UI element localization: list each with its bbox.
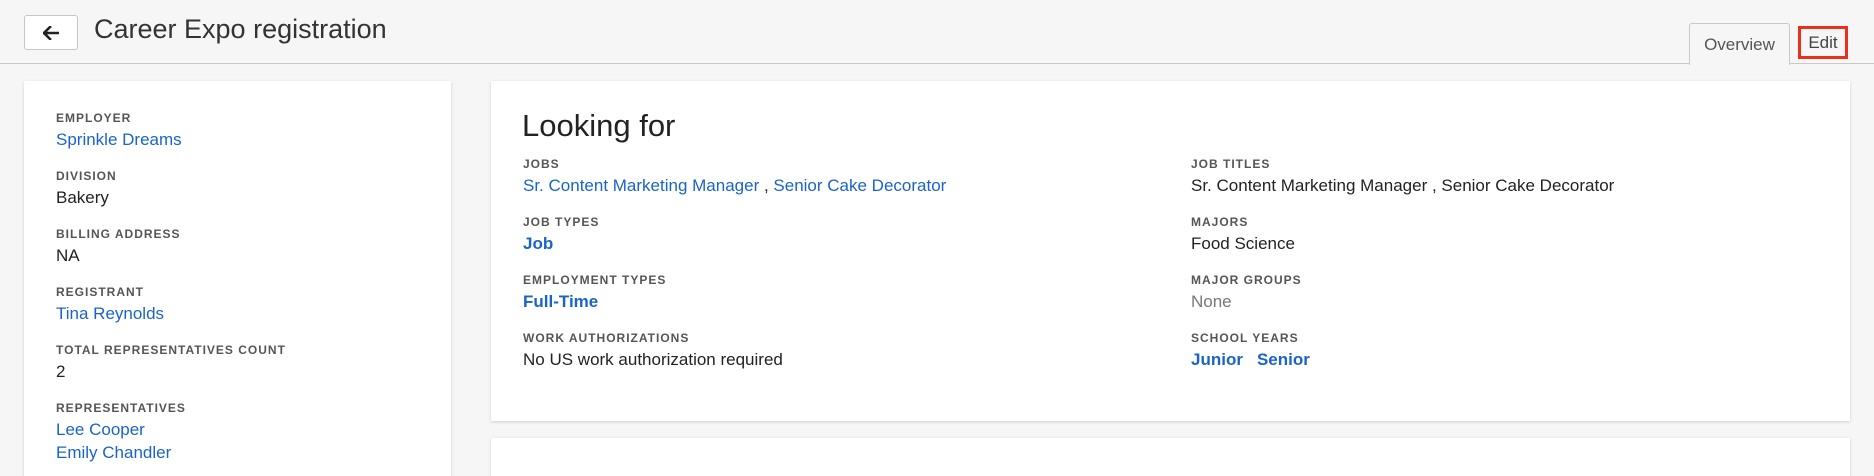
registration-details-card: EMPLOYER Sprinkle Dreams DIVISION Bakery…	[24, 81, 451, 476]
employer-link[interactable]: Sprinkle Dreams	[56, 130, 182, 150]
job-link[interactable]: Sr. Content Marketing Manager	[523, 176, 759, 195]
registrant-field: REGISTRANT Tina Reynolds	[56, 285, 164, 324]
major-groups-field: MAJOR GROUPS None	[1191, 273, 1302, 312]
work-authorizations-field: WORK AUTHORIZATIONS No US work authoriza…	[523, 331, 783, 370]
employment-types-field: EMPLOYMENT TYPES Full-Time	[523, 273, 666, 312]
representatives-count-value: 2	[56, 362, 66, 381]
representatives-count-label: TOTAL REPRESENTATIVES COUNT	[56, 343, 286, 357]
work-authorizations-value: No US work authorization required	[523, 350, 783, 369]
looking-for-title: Looking for	[522, 108, 676, 143]
job-titles-value: Sr. Content Marketing Manager , Senior C…	[1191, 176, 1615, 195]
page-title: Career Expo registration	[94, 14, 387, 44]
representative-link[interactable]: Lee Cooper	[56, 420, 186, 440]
jobs-separator: ,	[759, 176, 774, 195]
job-types-field: JOB TYPES Job	[523, 215, 599, 254]
school-year-link[interactable]: Senior	[1257, 350, 1310, 369]
billing-address-value: NA	[56, 246, 80, 265]
majors-field: MAJORS Food Science	[1191, 215, 1295, 254]
school-year-link[interactable]: Junior	[1191, 350, 1243, 369]
jobs-field: JOBS Sr. Content Marketing Manager , Sen…	[523, 157, 946, 196]
major-groups-label: MAJOR GROUPS	[1191, 273, 1302, 287]
employer-field: EMPLOYER Sprinkle Dreams	[56, 111, 182, 150]
representatives-count-field: TOTAL REPRESENTATIVES COUNT 2	[56, 343, 286, 382]
registrant-label: REGISTRANT	[56, 285, 144, 299]
major-groups-value: None	[1191, 292, 1232, 311]
back-button[interactable]	[24, 15, 78, 50]
job-types-label: JOB TYPES	[523, 215, 600, 229]
secondary-card	[491, 438, 1850, 476]
school-years-label: SCHOOL YEARS	[1191, 331, 1299, 345]
school-years-field: SCHOOL YEARS Junior Senior	[1191, 331, 1310, 370]
job-titles-label: JOB TITLES	[1191, 157, 1271, 171]
representatives-label: REPRESENTATIVES	[56, 401, 186, 415]
top-bar: Career Expo registration Overview Edit	[0, 0, 1874, 65]
job-link[interactable]: Senior Cake Decorator	[773, 176, 946, 195]
employment-types-label: EMPLOYMENT TYPES	[523, 273, 667, 287]
representative-link[interactable]: Emily Chandler	[56, 443, 186, 463]
job-titles-field: JOB TITLES Sr. Content Marketing Manager…	[1191, 157, 1614, 196]
billing-address-field: BILLING ADDRESS NA	[56, 227, 181, 266]
job-type-link[interactable]: Job	[523, 234, 599, 254]
jobs-label: JOBS	[523, 157, 560, 171]
employment-type-link[interactable]: Full-Time	[523, 292, 666, 312]
division-value: Bakery	[56, 188, 109, 207]
work-authorizations-label: WORK AUTHORIZATIONS	[523, 331, 690, 345]
majors-value: Food Science	[1191, 234, 1295, 253]
tab-edit[interactable]: Edit	[1798, 26, 1848, 59]
representatives-field: REPRESENTATIVES Lee Cooper Emily Chandle…	[56, 401, 186, 463]
looking-for-card: Looking for JOBS Sr. Content Marketing M…	[491, 81, 1850, 421]
registrant-link[interactable]: Tina Reynolds	[56, 304, 164, 324]
division-label: DIVISION	[56, 169, 117, 183]
employer-label: EMPLOYER	[56, 111, 132, 125]
arrow-left-icon	[43, 25, 59, 40]
tab-overview[interactable]: Overview	[1689, 23, 1790, 65]
division-field: DIVISION Bakery	[56, 169, 117, 208]
majors-label: MAJORS	[1191, 215, 1249, 229]
billing-address-label: BILLING ADDRESS	[56, 227, 181, 241]
